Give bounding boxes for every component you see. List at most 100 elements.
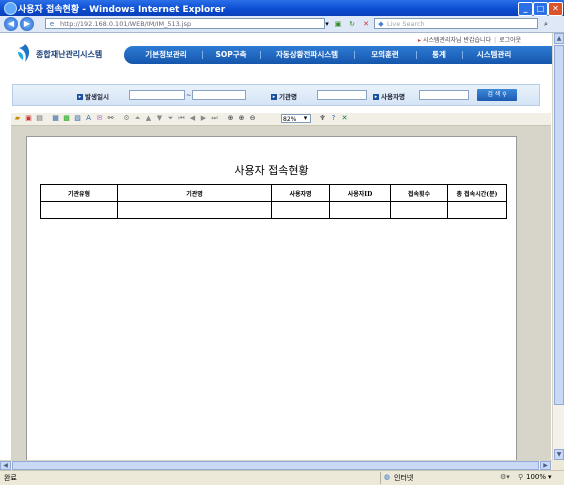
nav-divider: [260, 51, 261, 59]
ie-icon: [4, 2, 17, 15]
table-row: [40, 201, 507, 219]
scroll-thumb-horizontal[interactable]: [12, 461, 539, 470]
zoom-in-icon[interactable]: ⊕: [237, 114, 246, 123]
nav-divider: [462, 51, 463, 59]
settings-icon[interactable]: ⚙: [122, 114, 131, 123]
web-page: ▸ 시스템관리자님 반갑습니다 | 로그아웃 종합재난관리시스템 기본정보관리 SO…: [0, 33, 552, 460]
column-header: 사용자ID: [329, 184, 391, 202]
agency-label: ▸ 기관명: [271, 93, 297, 101]
chevron-down-icon[interactable]: ▾: [301, 114, 310, 123]
arrow-icon: ▸: [271, 94, 277, 100]
table-cell: [40, 201, 118, 219]
mail-icon[interactable]: ✉: [95, 114, 104, 123]
address-dropdown-icon[interactable]: ▾: [322, 19, 332, 29]
zoom-level[interactable]: 100%: [526, 473, 546, 481]
page-setup-icon[interactable]: ▧: [73, 114, 82, 123]
nav-sop[interactable]: SOP구축: [206, 46, 256, 64]
bullet-icon: ▸: [418, 37, 422, 44]
nav-drill[interactable]: 모의훈련: [358, 46, 412, 64]
page-icon: e: [49, 20, 55, 28]
nav-divider: [416, 51, 417, 59]
search-go-icon[interactable]: ⌕: [541, 19, 551, 29]
close-report-icon[interactable]: ✕: [340, 114, 349, 123]
nav-auto-alert[interactable]: 자동상황전파시스템: [264, 46, 350, 64]
column-header: 기관유형: [40, 184, 118, 202]
forward-icon[interactable]: ▶: [199, 114, 208, 123]
zoom-dropdown-icon[interactable]: ▾: [548, 473, 552, 481]
vertical-scrollbar[interactable]: ▲ ▼: [552, 33, 564, 460]
scroll-thumb[interactable]: [554, 45, 564, 405]
globe-icon: ◍: [384, 473, 391, 481]
search-panel: ▸ 발생일시 ~ ▸ 기관명 ▸ 사용자명 검 색 ⚲: [12, 84, 540, 106]
open-icon[interactable]: ▰: [13, 114, 22, 123]
prev-page-icon[interactable]: ▲: [144, 114, 153, 123]
stop-icon[interactable]: ✕: [361, 19, 371, 29]
welcome-text: 시스템관리자님 반갑습니다: [422, 37, 492, 44]
nav-divider: [202, 51, 203, 59]
back-button[interactable]: ◀: [4, 17, 18, 31]
logout-link[interactable]: 로그아웃: [499, 37, 521, 44]
security-icon[interactable]: ⚙▾: [500, 473, 510, 481]
status-bar: 완료 ◍ 인터넷 ⚙▾ ⚲ 100% ▾: [0, 470, 564, 485]
logo-text: 종합재난관리시스템: [36, 50, 103, 59]
user-label: ▸ 사용자명: [373, 93, 405, 101]
scroll-right-icon[interactable]: ▶: [540, 461, 551, 470]
search-icon: ⚲: [502, 91, 507, 98]
last-page-icon[interactable]: ⏷: [166, 114, 175, 123]
utility-links: ▸ 시스템관리자님 반갑습니다 | 로그아웃: [418, 35, 521, 44]
nav-system-admin[interactable]: 시스템관리: [466, 46, 522, 64]
agency-input[interactable]: [317, 90, 367, 100]
back-icon[interactable]: ◀: [188, 114, 197, 123]
refresh-icon[interactable]: ↻: [347, 19, 357, 29]
arrow-icon: ▸: [373, 94, 379, 100]
zoom-icon[interactable]: ⚲: [518, 473, 523, 481]
close-button[interactable]: ✕: [548, 2, 563, 16]
column-header: 사용자명: [271, 184, 330, 202]
last-icon[interactable]: ⏭: [210, 114, 219, 123]
first-icon[interactable]: ⏮: [177, 114, 186, 123]
date-label: ▸ 발생일시: [77, 93, 109, 101]
date-separator: ~: [186, 91, 192, 99]
scroll-down-icon[interactable]: ▼: [554, 449, 564, 460]
column-header: 총 접속시간(분): [447, 184, 507, 202]
forward-button[interactable]: ▶: [20, 17, 34, 31]
address-bar-row: ◀ ▶ http://192.168.0.101/WEB/IM/IM_513.j…: [0, 16, 564, 33]
status-text: 완료: [4, 474, 17, 482]
nav-basic-info[interactable]: 기본정보관리: [134, 46, 198, 64]
scroll-up-icon[interactable]: ▲: [554, 33, 564, 44]
window-title-bar: 사용자 접속현황 - Windows Internet Explorer _ □…: [0, 0, 564, 16]
date-from-input[interactable]: [129, 90, 185, 100]
find-icon[interactable]: ⚯: [106, 114, 115, 123]
next-page-icon[interactable]: ▼: [155, 114, 164, 123]
scroll-left-icon[interactable]: ◀: [0, 461, 11, 470]
table-header-row: 기관유형 기관명 사용자명 사용자ID 접속횟수 총 접속시간(분): [40, 184, 507, 202]
print-icon[interactable]: ▤: [35, 114, 44, 123]
minimize-button[interactable]: _: [518, 2, 533, 16]
date-to-input[interactable]: [192, 90, 246, 100]
first-page-icon[interactable]: ⏶: [133, 114, 142, 123]
live-search-input[interactable]: Live Search: [374, 18, 538, 29]
user-input[interactable]: [419, 90, 469, 100]
report-toolbar: ▰ ▣ ▤ ▦ ▩ ▧ A ✉ ⚯ ⚙ ⏶ ▲ ▼ ⏷ ⏮ ◀ ▶ ⏭ ⊕ ⊕ …: [11, 113, 551, 126]
report-page: 사용자 접속현황 기관유형 기관명 사용자명 사용자ID 접속횟수 총 접속시간…: [26, 136, 517, 460]
help-icon[interactable]: ?: [329, 114, 338, 123]
search-button[interactable]: 검 색 ⚲: [477, 89, 517, 101]
table-cell: [390, 201, 448, 219]
export-icon[interactable]: ▦: [51, 114, 60, 123]
zoom-out-icon[interactable]: ⊖: [248, 114, 257, 123]
table-cell: [271, 201, 330, 219]
text-icon[interactable]: A: [84, 114, 93, 123]
nav-stats[interactable]: 통계: [420, 46, 458, 64]
address-input[interactable]: http://192.168.0.101/WEB/IM/IM_513.jsp: [45, 18, 325, 29]
save-icon[interactable]: ▣: [24, 114, 33, 123]
maximize-button[interactable]: □: [533, 2, 548, 16]
site-logo[interactable]: 종합재난관리시스템: [16, 43, 116, 65]
pin-icon[interactable]: ♆: [318, 114, 327, 123]
excel-icon[interactable]: ▩: [62, 114, 71, 123]
table-cell: [447, 201, 507, 219]
zone-text: 인터넷: [394, 474, 414, 482]
main-navigation: 기본정보관리 SOP구축 자동상황전파시스템 모의훈련 통계 시스템관리: [124, 46, 552, 64]
report-viewer: 사용자 접속현황 기관유형 기관명 사용자명 사용자ID 접속횟수 총 접속시간…: [11, 126, 551, 460]
zoom-fit-icon[interactable]: ⊕: [226, 114, 235, 123]
compat-icon[interactable]: ▣: [333, 19, 343, 29]
